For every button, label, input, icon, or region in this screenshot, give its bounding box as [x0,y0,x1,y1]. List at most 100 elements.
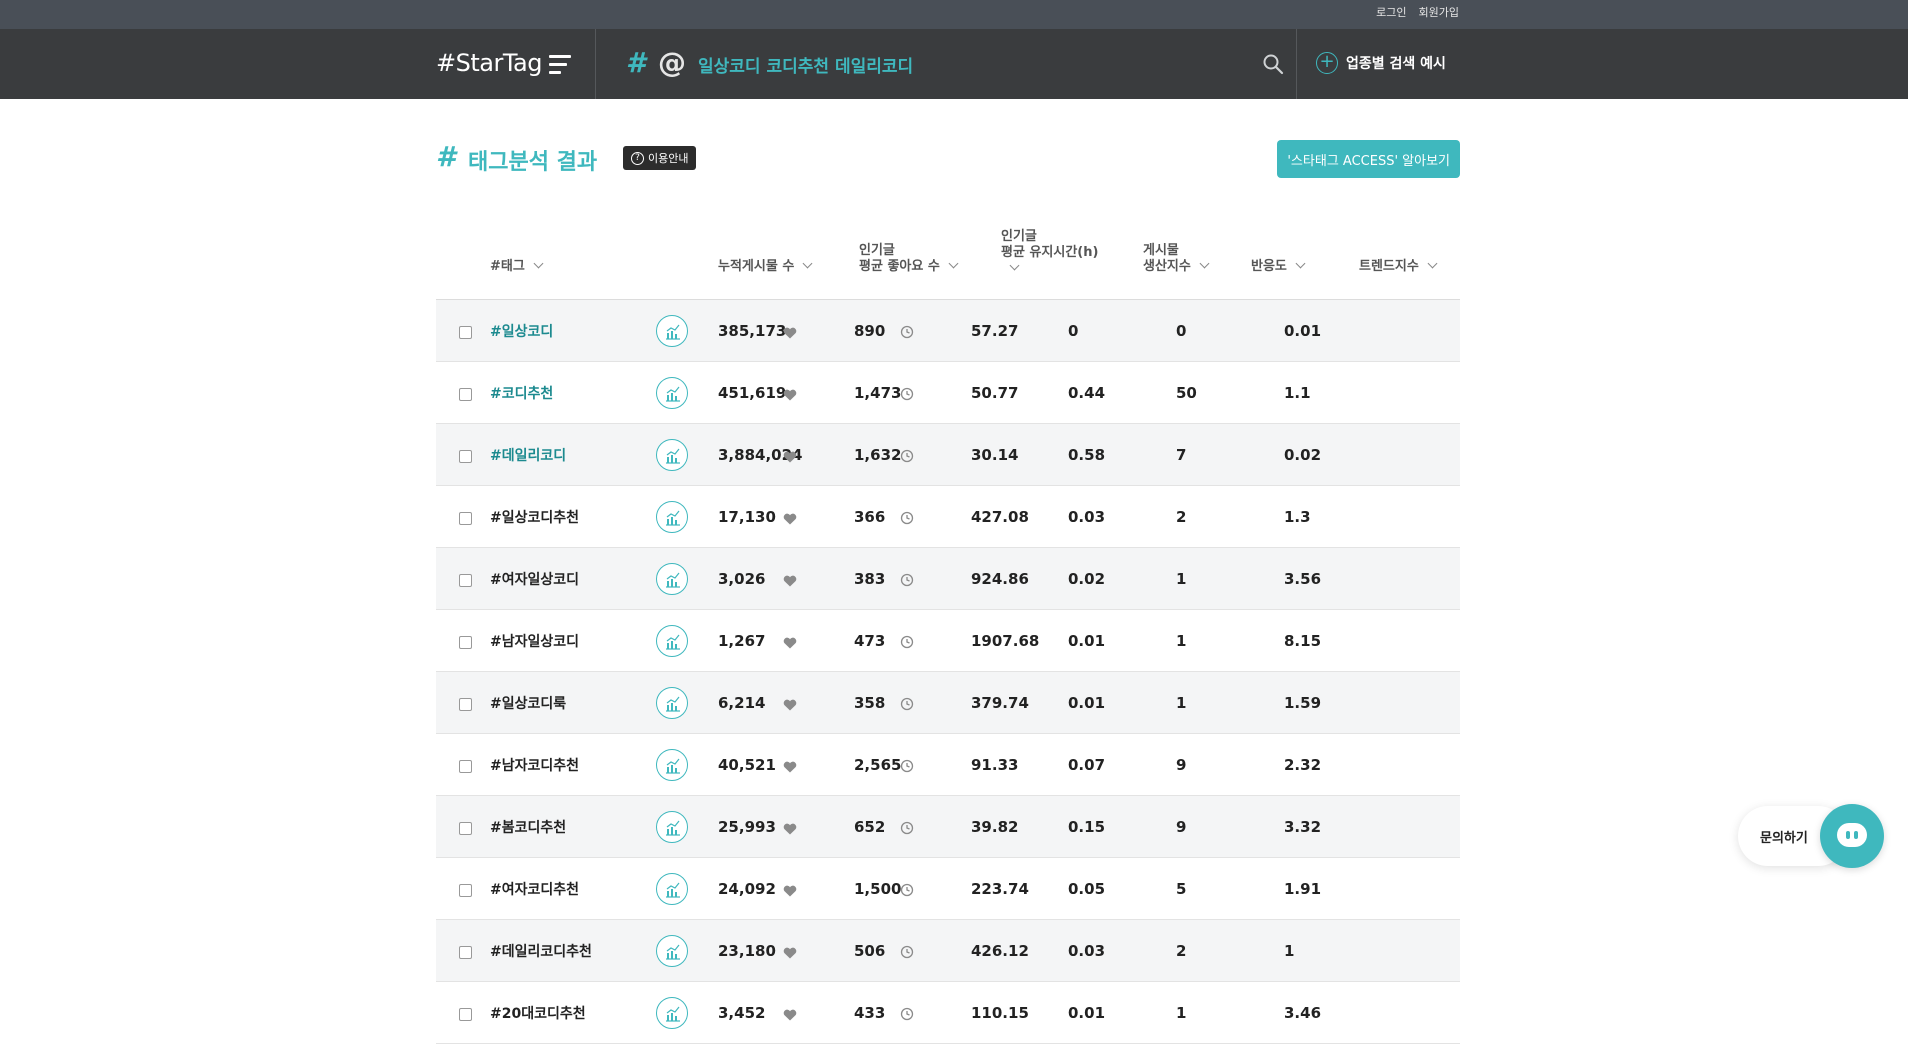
startag-logo[interactable]: #StarTag [436,49,542,77]
clock-icon [900,945,914,959]
posts-count: 1,267 [718,632,766,650]
usage-guide-button[interactable]: ? 이용안내 [623,146,697,170]
row-checkbox[interactable] [459,884,472,897]
tag-link[interactable]: #여자일상코디 [490,569,579,589]
tag-link[interactable]: #남자일상코디 [490,631,579,651]
table-row: #여자코디추천 24,092 1,500 223.74 0.05 5 1.91 [436,858,1460,920]
trend-chart-icon[interactable] [656,811,688,843]
posts-count: 24,092 [718,880,776,898]
tag-link[interactable]: #여자코디추천 [490,879,579,899]
table-row: #데일리코디추천 23,180 506 426.12 0.03 2 1 [436,920,1460,982]
search-input[interactable] [698,47,1258,81]
sort-tag[interactable]: #태그 [490,258,544,275]
account-search-mode-icon[interactable]: @ [658,46,686,79]
avg-likes: 383 [854,570,886,588]
tag-link[interactable]: #일상코디 [490,321,553,341]
chevron-down-icon [1427,258,1438,269]
tag-link[interactable]: #데일리코디 [490,445,566,465]
avg-hold-time: 426.12 [971,942,1029,960]
heart-icon [783,389,797,401]
trend-chart-icon[interactable] [656,997,688,1029]
avg-likes: 366 [854,508,886,526]
trend-chart-icon[interactable] [656,315,688,347]
menu-icon[interactable] [549,55,573,75]
chevron-down-icon [1009,260,1020,271]
trend-chart-icon[interactable] [656,873,688,905]
avg-hold-time: 30.14 [971,446,1019,464]
trend-index: 1.1 [1284,384,1311,402]
tag-link[interactable]: #일상코디룩 [490,693,566,713]
avg-likes: 652 [854,818,886,836]
production-index: 0.44 [1068,384,1106,402]
sort-posts[interactable]: 누적게시물 수 [718,258,813,275]
tag-link[interactable]: #코디추천 [490,383,553,403]
reaction-index: 9 [1176,756,1187,774]
trend-index: 1.59 [1284,694,1322,712]
heart-icon [783,761,797,773]
hashtag-search-mode-icon[interactable]: # [626,46,645,79]
production-index: 0 [1068,322,1079,340]
heart-icon [783,513,797,525]
reaction-index: 1 [1176,570,1187,588]
header-divider [1296,29,1297,99]
avg-likes: 890 [854,322,886,340]
row-checkbox[interactable] [459,760,472,773]
biz-search-label: 업종별 검색 예시 [1346,56,1446,72]
trend-index: 3.46 [1284,1004,1322,1022]
trend-index: 3.32 [1284,818,1322,836]
row-checkbox[interactable] [459,388,472,401]
heart-icon [783,947,797,959]
production-index: 0.01 [1068,1004,1106,1022]
trend-chart-icon[interactable] [656,439,688,471]
sort-likes[interactable]: 인기글 평균 좋아요 수 [859,243,959,275]
row-checkbox[interactable] [459,326,472,339]
sort-reaction[interactable]: 반응도 [1251,258,1306,275]
avg-hold-time: 1907.68 [971,632,1040,650]
row-checkbox[interactable] [459,1008,472,1021]
trend-chart-icon[interactable] [656,687,688,719]
avg-hold-time: 50.77 [971,384,1019,402]
posts-count: 6,214 [718,694,766,712]
table-row: #남자코디추천 40,521 2,565 91.33 0.07 9 2.32 [436,734,1460,796]
biz-search-example-button[interactable]: + 업종별 검색 예시 [1316,52,1446,74]
row-checkbox[interactable] [459,450,472,463]
tag-link[interactable]: #일상코디추천 [490,507,579,527]
heart-icon [783,823,797,835]
chat-bubble-icon[interactable] [1820,804,1884,868]
reaction-index: 5 [1176,880,1187,898]
posts-count: 385,173 [718,322,787,340]
question-icon: ? [631,151,644,165]
row-checkbox[interactable] [459,574,472,587]
sort-trend[interactable]: 트렌드지수 [1359,258,1438,275]
access-info-button[interactable]: '스타태그 ACCESS' 알아보기 [1277,140,1460,178]
trend-chart-icon[interactable] [656,501,688,533]
row-checkbox[interactable] [459,698,472,711]
trend-chart-icon[interactable] [656,563,688,595]
row-checkbox[interactable] [459,512,472,525]
reaction-index: 1 [1176,694,1187,712]
tag-link[interactable]: #데일리코디추천 [490,941,592,961]
posts-count: 17,130 [718,508,776,526]
sort-hold-time[interactable]: 인기글 평균 유지시간(h) [1001,229,1098,277]
trend-chart-icon[interactable] [656,749,688,781]
clock-icon [900,573,914,587]
clock-icon [900,759,914,773]
trend-chart-icon[interactable] [656,935,688,967]
trend-chart-icon[interactable] [656,377,688,409]
sort-production[interactable]: 게시물 생산지수 [1143,243,1210,275]
login-link[interactable]: 로그인 [1376,4,1406,20]
clock-icon [900,697,914,711]
tag-link[interactable]: #남자코디추천 [490,755,579,775]
row-checkbox[interactable] [459,822,472,835]
table-row: #20대코디추천 3,452 433 110.15 0.01 1 3.46 [436,982,1460,1044]
avg-hold-time: 110.15 [971,1004,1029,1022]
tag-link[interactable]: #봄코디추천 [490,817,566,837]
trend-chart-icon[interactable] [656,625,688,657]
search-icon[interactable] [1262,53,1284,75]
signup-link[interactable]: 회원가입 [1419,4,1459,20]
reaction-index: 1 [1176,632,1187,650]
row-checkbox[interactable] [459,946,472,959]
tag-link[interactable]: #20대코디추천 [490,1003,586,1023]
row-checkbox[interactable] [459,636,472,649]
avg-likes: 433 [854,1004,886,1022]
